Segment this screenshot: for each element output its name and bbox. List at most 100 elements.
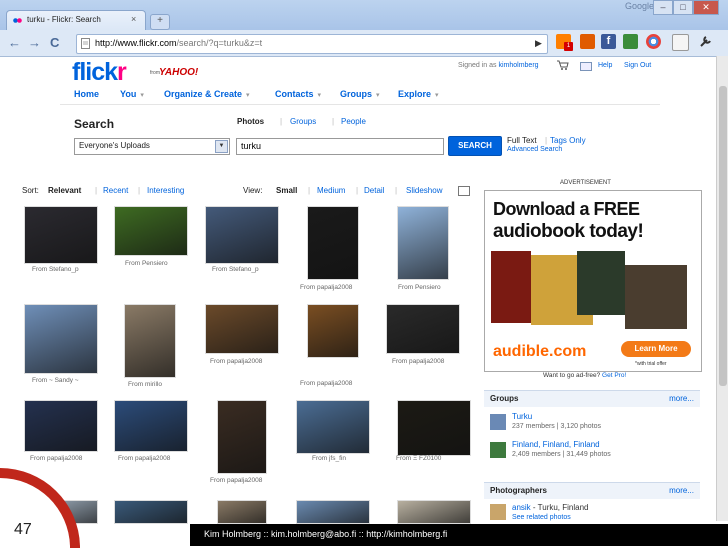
audiobook-ad[interactable]: Download a FREE audiobook today! audible… <box>484 190 702 372</box>
photo-owner-caption[interactable]: From ~ Sandy ~ <box>32 377 79 384</box>
sort-interesting[interactable]: Interesting <box>147 186 184 195</box>
chrome-icon[interactable] <box>646 34 661 49</box>
search-scope-select[interactable]: Everyone's Uploads ▼ <box>74 138 230 155</box>
photo-thumbnail[interactable] <box>397 206 449 280</box>
group-stats: 2,409 members | 31,449 photos <box>512 451 611 458</box>
photo-owner-caption[interactable]: From Pensiero <box>125 260 168 267</box>
photo-thumbnail[interactable] <box>296 400 370 454</box>
photo-owner-caption[interactable]: From papalja2008 <box>210 477 262 484</box>
nav-organize[interactable]: Organize & Create ▾ <box>164 89 250 99</box>
nav-groups[interactable]: Groups ▾ <box>340 89 380 99</box>
photo-owner-caption[interactable]: From papalja2008 <box>300 380 352 387</box>
extension-puzzle-icon[interactable] <box>623 34 638 49</box>
photo-owner-caption[interactable]: From Stefano_p <box>212 266 259 273</box>
photographer-name-link[interactable]: ansik <box>512 503 531 512</box>
tab-photos[interactable]: Photos <box>237 117 264 126</box>
forward-icon[interactable]: → <box>28 35 41 50</box>
photo-thumbnail[interactable] <box>386 304 460 354</box>
search-input[interactable]: turku <box>236 138 444 155</box>
photographers-more-link[interactable]: more... <box>669 486 694 495</box>
tab-groups[interactable]: Groups <box>290 117 316 126</box>
group-avatar[interactable] <box>490 442 506 458</box>
browser-tab[interactable]: turku - Flickr: Search × <box>6 10 146 31</box>
help-link[interactable]: Help <box>598 62 612 69</box>
group-name-link[interactable]: Turku <box>512 412 532 421</box>
photo-thumbnail[interactable] <box>217 500 267 524</box>
photo-owner-caption[interactable]: From papalja2008 <box>118 455 170 462</box>
address-bar[interactable]: http://www.flickr.com/search/?q=turku&z=… <box>76 34 548 54</box>
photo-thumbnail[interactable] <box>114 400 188 452</box>
photographer-avatar[interactable] <box>490 504 506 520</box>
tab-people[interactable]: People <box>341 117 366 126</box>
minimize-button[interactable]: – <box>653 0 673 15</box>
tags-only-link[interactable]: Tags Only <box>550 136 586 145</box>
flickr-logo[interactable]: flickr <box>72 58 127 87</box>
full-text-option[interactable]: Full Text <box>507 136 537 145</box>
nav-explore[interactable]: Explore ▾ <box>398 89 439 99</box>
play-icon[interactable]: ▶ <box>535 38 542 49</box>
view-detail[interactable]: Detail <box>364 186 384 195</box>
photo-owner-caption[interactable]: From papalja2008 <box>210 358 262 365</box>
learn-more-button[interactable]: Learn More <box>621 341 691 357</box>
chevron-down-icon: ▾ <box>140 92 144 99</box>
photo-thumbnail[interactable] <box>217 400 267 474</box>
groups-more-link[interactable]: more... <box>669 394 694 403</box>
nav-contacts[interactable]: Contacts ▾ <box>275 89 321 99</box>
tab-close-icon[interactable]: × <box>131 14 136 24</box>
photo-thumbnail[interactable] <box>397 500 471 524</box>
chevron-down-icon[interactable]: ▼ <box>215 140 228 153</box>
photo-thumbnail[interactable] <box>296 500 370 524</box>
sort-relevant[interactable]: Relevant <box>48 186 81 195</box>
sort-recent[interactable]: Recent <box>103 186 128 195</box>
ad-fineprint: *with trial offer <box>635 361 667 367</box>
new-tab-button[interactable]: + <box>150 14 170 30</box>
view-small[interactable]: Small <box>276 186 297 195</box>
photo-owner-caption[interactable]: From jfs_fin <box>312 455 346 462</box>
photo-thumbnail[interactable] <box>114 206 188 256</box>
wrench-icon[interactable] <box>698 34 713 49</box>
photo-thumbnail[interactable] <box>124 304 176 378</box>
slideshow-icon[interactable] <box>458 186 470 196</box>
advanced-search-link[interactable]: Advanced Search <box>507 146 562 153</box>
extension-shield-icon[interactable] <box>580 34 595 49</box>
photo-thumbnail[interactable] <box>24 206 98 264</box>
group-avatar[interactable] <box>490 414 506 430</box>
photo-owner-caption[interactable]: From papalja2008 <box>300 284 352 291</box>
photo-thumbnail[interactable] <box>307 206 359 280</box>
photo-thumbnail[interactable] <box>205 304 279 354</box>
separator: | <box>95 186 98 195</box>
photo-owner-caption[interactable]: From Pensiero <box>398 284 441 291</box>
see-related-link[interactable]: See related photos <box>512 514 571 521</box>
cart-icon[interactable] <box>557 60 569 70</box>
photo-thumbnail[interactable] <box>114 500 188 524</box>
mail-icon[interactable] <box>580 62 592 71</box>
sign-out-link[interactable]: Sign Out <box>624 62 651 69</box>
photo-owner-caption[interactable]: From mirillo <box>128 381 162 388</box>
nav-you[interactable]: You ▾ <box>120 89 144 99</box>
vertical-scrollbar[interactable] <box>716 56 728 521</box>
photo-owner-caption[interactable]: From papalja2008 <box>392 358 444 365</box>
back-icon[interactable]: ← <box>8 35 21 50</box>
photo-thumbnail[interactable] <box>307 304 359 358</box>
search-button[interactable]: SEARCH <box>448 136 502 156</box>
reload-icon[interactable]: C <box>50 35 59 50</box>
maximize-button[interactable]: □ <box>673 0 693 15</box>
nav-home[interactable]: Home <box>74 89 99 99</box>
yahoo-logo: YAHOO! <box>159 67 199 78</box>
view-medium[interactable]: Medium <box>317 186 345 195</box>
close-window-button[interactable]: ✕ <box>693 0 719 15</box>
photo-thumbnail[interactable] <box>24 304 98 374</box>
username-link[interactable]: kimholmberg <box>498 62 538 69</box>
photo-owner-caption[interactable]: From Stefano_p <box>32 266 79 273</box>
photo-thumbnail[interactable] <box>397 400 471 456</box>
page-menu-icon[interactable] <box>672 34 689 51</box>
get-pro-link[interactable]: Get Pro! <box>602 372 626 379</box>
facebook-icon[interactable]: f <box>601 34 616 49</box>
photo-owner-caption[interactable]: From Ξ FZ0100 <box>396 455 441 462</box>
scrollbar-thumb[interactable] <box>719 86 727 386</box>
group-name-link[interactable]: Finland, Finland, Finland <box>512 440 600 449</box>
view-slideshow[interactable]: Slideshow <box>406 186 442 195</box>
photo-thumbnail[interactable] <box>24 400 98 452</box>
photo-owner-caption[interactable]: From papalja2008 <box>30 455 82 462</box>
photo-thumbnail[interactable] <box>205 206 279 264</box>
